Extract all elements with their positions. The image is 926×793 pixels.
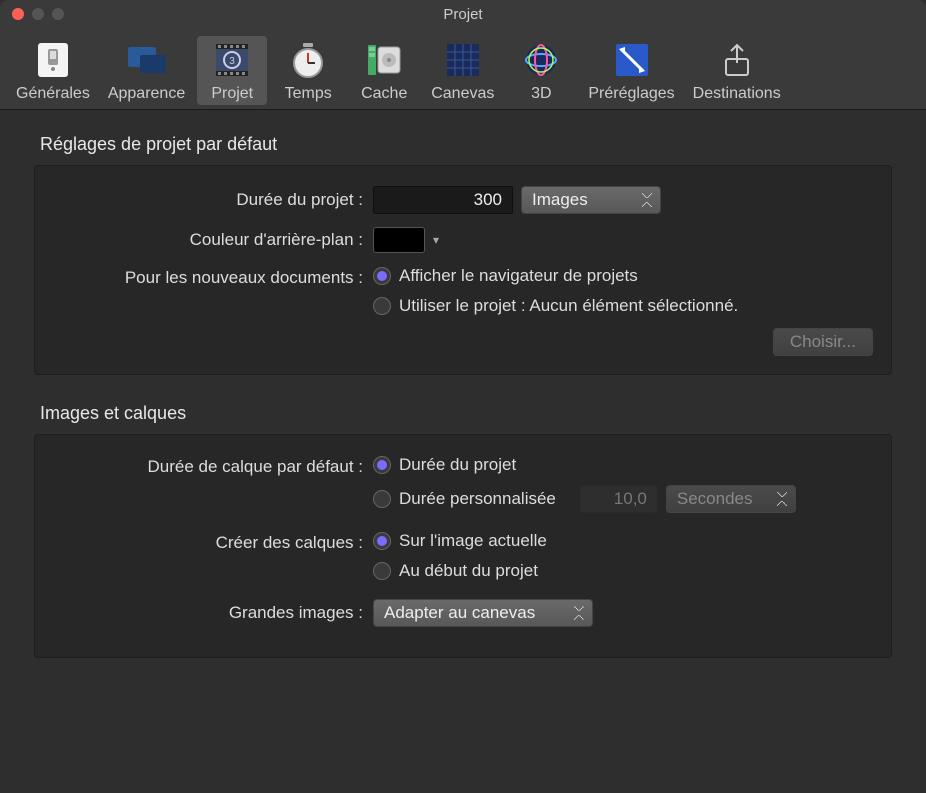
label-create-layers: Créer des calques : (53, 531, 373, 553)
radio-use-project[interactable] (373, 297, 391, 315)
radio-show-browser[interactable] (373, 267, 391, 285)
tab-label: Projet (211, 85, 253, 103)
tab-label: Cache (361, 85, 407, 103)
background-color-swatch[interactable] (373, 227, 425, 253)
3d-icon (519, 38, 563, 82)
layer-custom-duration-input[interactable] (580, 485, 658, 513)
large-images-select[interactable]: Adapter au canevas (373, 599, 593, 627)
titlebar: Projet (0, 0, 926, 28)
share-icon (715, 38, 759, 82)
radio-label-show-browser: Afficher le navigateur de projets (399, 266, 638, 286)
label-background-color: Couleur d'arrière-plan : (53, 230, 373, 250)
panel-project-defaults: Durée du projet : Images Couleur d'arriè… (34, 165, 892, 375)
tab-presets[interactable]: Préréglages (582, 36, 680, 105)
choose-project-button[interactable]: Choisir... (773, 328, 873, 356)
panel-images-layers: Durée de calque par défaut : Durée du pr… (34, 434, 892, 658)
cache-icon (362, 38, 406, 82)
radio-label-use-project: Utiliser le projet : Aucun élément sélec… (399, 296, 738, 316)
preferences-toolbar: Générales Apparence 3 Projet Temps Cache… (0, 28, 926, 110)
section-title-images-layers: Images et calques (40, 403, 892, 424)
label-layer-duration: Durée de calque par défaut : (53, 455, 373, 477)
chevron-down-icon[interactable]: ▾ (433, 233, 439, 247)
radio-layer-project-duration[interactable] (373, 456, 391, 474)
tab-3d[interactable]: 3D (506, 36, 576, 105)
general-icon (31, 38, 75, 82)
stopwatch-icon (286, 38, 330, 82)
tab-cache[interactable]: Cache (349, 36, 419, 105)
radio-label-create-current: Sur l'image actuelle (399, 531, 547, 551)
label-large-images: Grandes images : (53, 603, 373, 623)
tab-appearance[interactable]: Apparence (102, 36, 191, 105)
radio-label-create-start: Au début du projet (399, 561, 538, 581)
presets-icon (610, 38, 654, 82)
tab-label: Destinations (693, 85, 781, 103)
radio-create-start[interactable] (373, 562, 391, 580)
label-project-duration: Durée du projet : (53, 190, 373, 210)
tab-project[interactable]: 3 Projet (197, 36, 267, 105)
layer-custom-unit-select[interactable]: Secondes (666, 485, 796, 513)
tab-destinations[interactable]: Destinations (687, 36, 787, 105)
tab-label: Générales (16, 85, 90, 103)
tab-general[interactable]: Générales (10, 36, 96, 105)
tab-label: Apparence (108, 85, 185, 103)
appearance-icon (125, 38, 169, 82)
project-duration-unit-select[interactable]: Images (521, 186, 661, 214)
tab-label: Préréglages (588, 85, 674, 103)
tab-label: Canevas (431, 85, 494, 103)
project-icon: 3 (210, 38, 254, 82)
radio-label-layer-custom: Durée personnalisée (399, 489, 556, 509)
window-title: Projet (0, 6, 926, 23)
tab-time[interactable]: Temps (273, 36, 343, 105)
radio-label-layer-project: Durée du projet (399, 455, 516, 475)
tab-label: Temps (285, 85, 332, 103)
svg-text:3: 3 (229, 56, 235, 67)
radio-layer-custom-duration[interactable] (373, 490, 391, 508)
tab-label: 3D (531, 85, 551, 103)
label-new-documents: Pour les nouveaux documents : (53, 266, 373, 288)
section-title-defaults: Réglages de projet par défaut (40, 134, 892, 155)
canvas-icon (441, 38, 485, 82)
tab-canvas[interactable]: Canevas (425, 36, 500, 105)
radio-create-current-frame[interactable] (373, 532, 391, 550)
content-area: Réglages de projet par défaut Durée du p… (0, 110, 926, 710)
project-duration-input[interactable] (373, 186, 513, 214)
